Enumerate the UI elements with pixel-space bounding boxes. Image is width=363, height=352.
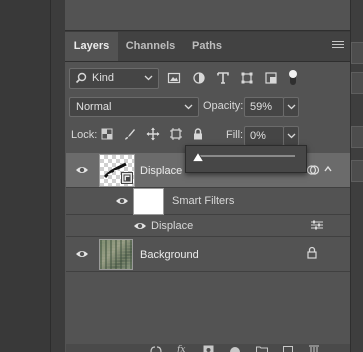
add-mask-icon[interactable] [203,345,214,352]
upper-panel [65,0,350,31]
right-dock-tab[interactable] [351,72,363,94]
right-dock-tab[interactable] [351,42,363,64]
fill-value: 0% [250,130,266,142]
lock-label: Lock: [71,129,98,141]
chevron-down-icon [184,104,193,110]
opacity-label: Opacity: [203,100,244,112]
filter-name[interactable]: Displace [151,220,193,232]
visibility-eye-icon[interactable] [115,196,129,206]
right-dock-tab[interactable] [351,160,363,182]
filter-toggle-icon[interactable] [287,68,299,88]
fill-slider-track[interactable] [197,155,295,157]
lock-all-icon[interactable] [191,127,205,141]
layer-name[interactable]: Background [140,249,199,261]
visibility-eye-icon[interactable] [75,249,89,259]
type-filter-icon[interactable] [216,71,230,85]
smart-filters-label: Smart Filters [172,195,235,207]
layer-thumbnail[interactable] [99,239,133,270]
chevron-down-icon [287,133,296,139]
new-group-icon[interactable] [256,346,268,352]
smart-filter-indicator-icon[interactable] [306,163,320,177]
adjustment-filter-icon[interactable] [192,71,206,85]
search-icon [75,72,87,87]
visibility-eye-icon[interactable] [75,165,89,175]
opacity-dropdown-button[interactable] [283,97,299,117]
delete-layer-icon[interactable] [309,345,319,352]
blend-mode-value: Normal [76,101,112,113]
smart-object-badge-icon [121,172,133,184]
filter-blending-options-icon[interactable] [310,219,324,231]
collapse-chevron-icon[interactable] [323,164,333,174]
lock-icon [307,246,317,259]
layer-name[interactable]: Displace [140,165,182,177]
opacity-input[interactable]: 59% [244,97,284,117]
smart-filter-mask-thumbnail[interactable] [133,188,164,215]
kind-filter-label: Kind [92,72,115,84]
kind-filter-select[interactable]: Kind [69,68,159,89]
layer-divider [66,271,350,272]
lock-position-icon[interactable] [146,127,160,141]
opacity-value: 59% [250,101,273,113]
shape-filter-icon[interactable] [240,71,254,85]
blend-mode-select[interactable]: Normal [69,97,199,117]
lock-artboard-icon[interactable] [169,127,183,141]
fill-dropdown-button[interactable] [283,126,299,146]
hamburger-icon[interactable] [332,41,344,51]
adjustment-layer-icon[interactable] [230,346,240,352]
fill-input[interactable]: 0% [244,126,284,146]
chevron-down-icon [287,104,296,110]
chevron-down-icon [144,75,153,81]
svg-text:fx: fx [177,345,185,352]
layer-style-icon[interactable]: fx [177,345,187,352]
lock-image-pixels-icon[interactable] [123,127,137,141]
visibility-eye-icon[interactable] [133,221,147,231]
fill-slider-thumb[interactable] [192,152,204,162]
tab-channels[interactable]: Channels [119,32,182,61]
pixel-filter-icon[interactable] [167,71,181,85]
link-layers-icon[interactable] [150,346,162,352]
fill-label: Fill: [226,129,244,141]
layer-row[interactable] [66,215,350,236]
new-layer-icon[interactable] [283,346,293,352]
right-dock-tab[interactable] [351,126,363,148]
smart-object-filter-icon[interactable] [264,71,278,85]
tab-paths[interactable]: Paths [183,32,231,61]
left-dock-strip [0,0,51,352]
tab-layers[interactable]: Layers [65,32,118,61]
lock-transparent-pixels-icon[interactable] [100,127,114,141]
